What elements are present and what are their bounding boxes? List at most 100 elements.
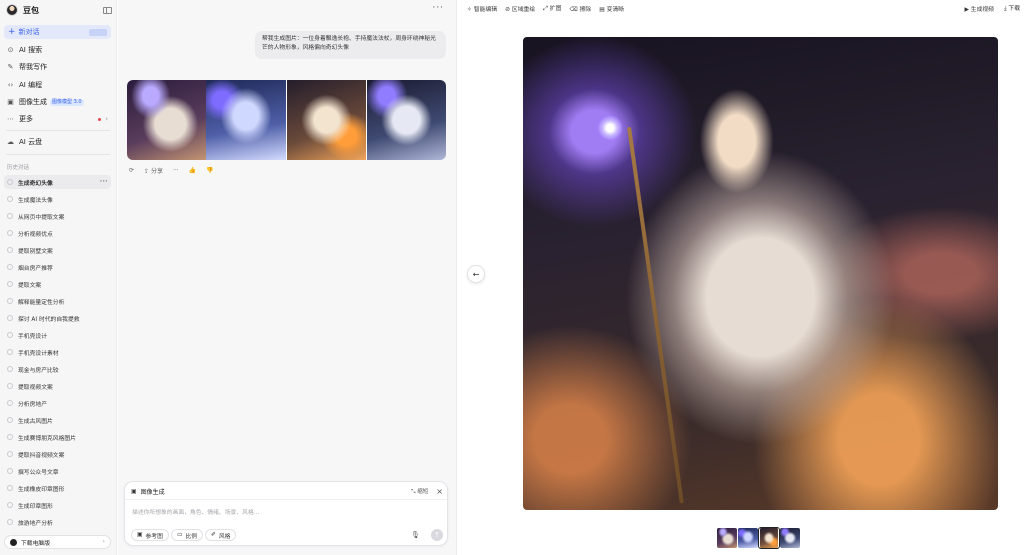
history-item[interactable]: 生成橡皮印章图形 [4,481,111,495]
thumbs-up-icon[interactable]: 👍 [189,167,196,174]
sidebar-item-image-gen[interactable]: ▣ 图像生成 图像模型 3.0 [4,95,111,109]
erase-button[interactable]: ⌫ 擦除 [569,4,591,13]
thumbnail-strip [717,527,800,549]
tool-label: 擦除 [579,6,592,13]
download-button[interactable]: ⤓ 下载 [1004,3,1020,13]
history-item[interactable]: 分析视频优点 [4,226,111,240]
history-item[interactable]: 从网页中提取文案 [4,209,111,223]
sidebar-item-writing[interactable]: ✎ 帮我写作 [4,60,111,74]
enhance-button[interactable]: ▤ 变清晰 [599,4,624,13]
style-button[interactable]: ✐ 风格 [205,529,237,541]
brush-icon: ⊘ [505,6,510,13]
history-item-label: 探讨 AI 时代的自我提救 [18,316,80,323]
chat-bubble-icon [7,502,13,508]
microphone-icon[interactable]: 🎙 [411,531,420,539]
history-item[interactable]: 手机壳设计素材 [4,345,111,359]
reference-image-button[interactable]: ▣ 参考图 [131,529,169,541]
close-icon[interactable]: × [436,487,443,496]
history-item[interactable]: 现金与房产比较 [4,362,111,376]
share-button[interactable]: ⇪ 分享 [144,166,163,175]
history-item[interactable]: 生成印章图形 [4,498,111,512]
generated-image[interactable] [285,80,367,160]
generate-video-button[interactable]: ▶ 生成视频 [964,4,994,13]
history-item[interactable]: 撰写公众号文章 [4,464,111,478]
composer-mode: 图像生成 [140,488,165,496]
history-item[interactable]: 生成魔法头像 [4,192,111,206]
history-item[interactable]: 提取文案 [4,277,111,291]
inpaint-button[interactable]: ⊘ 区域重绘 [505,4,535,13]
thumbnail[interactable] [780,528,800,548]
tool-label: 区域重绘 [511,6,536,13]
shortcut-hint [89,28,107,36]
chat-bubble-icon [7,383,13,389]
history-item-label: 提取视频文案 [18,384,53,391]
history-item[interactable]: 探讨 AI 时代的自我提救 [4,311,111,325]
history-item[interactable]: 生成古风图片 [4,413,111,427]
pen-icon: ✎ [7,63,14,71]
sidebar-toggle-icon[interactable] [103,6,112,14]
sidebar-header: 豆包 [6,3,112,17]
history-item[interactable]: 烟台房产推荐 [4,260,111,274]
sidebar-item-more[interactable]: ⋯ 更多 › [4,112,111,126]
smart-edit-button[interactable]: ✧ 智能编辑 [467,4,497,13]
chat-bubble-icon [7,332,13,338]
history-item[interactable]: 提取别墅文案 [4,243,111,257]
prompt-input[interactable]: 描述你所想象的画面，角色、情绪、场景、风格… [132,507,260,516]
generated-image[interactable] [366,80,446,160]
expand-icon: ⤢ [543,6,548,12]
history-item-label: 提取文案 [18,282,42,289]
divider [125,499,447,500]
eraser-icon: ⌫ [569,6,578,13]
download-desktop-button[interactable]: 下载电脑版 › [4,535,111,549]
thumbs-down-icon[interactable]: 👎 [206,167,213,174]
notification-dot [98,117,102,121]
history-item[interactable]: 生成奇幻头像 ··· [4,175,111,189]
history-item[interactable]: 分析房地产 [4,396,111,410]
composer-header: ▣ 图像生成 ⤡ 缩短 × [131,486,443,496]
history-item-label: 生成橡皮印章图形 [18,486,65,493]
generated-image[interactable] [127,80,207,160]
chat-bubble-icon [7,315,13,321]
outpaint-button[interactable]: ⤢ 扩图 [543,3,561,13]
image-preview-panel: ✧ 智能编辑 ⊘ 区域重绘 ⤢ 扩图 ⌫ 擦除 ▤ 变清晰 ▶ 生成视频 ⤓ 下载 ← [456,0,1024,555]
thumbnail[interactable] [717,528,737,548]
history-item[interactable]: 解释能量定性分析 [4,294,111,308]
download-icon: ⤓ [1003,6,1007,12]
history-item[interactable]: 手机壳设计 [4,328,111,342]
ratio-button[interactable]: ▭ 比例 [171,529,204,541]
thumbnail[interactable] [738,528,758,548]
chat-bubble-icon [7,366,13,372]
sidebar-item-coding[interactable]: ‹› AI 编程 [4,78,111,92]
history-item[interactable]: 旅游地产分析 [4,515,111,529]
sidebar-item-cloud[interactable]: ☁ AI 云盘 [4,135,111,149]
thumbnail-selected[interactable] [758,527,780,549]
send-button[interactable]: ↑ [431,529,443,541]
action-label: 下载 [1008,6,1020,12]
history-item-label: 烟台房产推荐 [18,265,53,272]
generated-image[interactable] [206,80,286,160]
model-badge: 图像模型 3.0 [50,98,84,106]
history-item[interactable]: 生成赛博朋克风格图片 [4,430,111,444]
grid-icon: ⋯ [7,115,14,123]
history-item-label: 生成赛博朋克风格图片 [18,435,76,442]
magic-staff [627,126,684,504]
chat-bubble-icon [7,264,13,270]
image-icon: ▣ [7,98,14,106]
more-icon[interactable]: ··· [432,3,444,13]
sidebar-item-ai-search[interactable]: ⊙ AI 搜索 [4,43,111,57]
composer: ▣ 图像生成 ⤡ 缩短 × 描述你所想象的画面，角色、情绪、场景、风格… ▣ 参… [124,481,448,546]
main-preview-image[interactable] [523,37,998,510]
collapse-button[interactable]: ⤡ 缩短 [411,487,428,496]
previous-arrow-icon[interactable]: ← [467,265,485,283]
regenerate-icon[interactable]: ⟳ [129,167,134,174]
more-icon[interactable]: ··· [173,167,179,174]
more-icon[interactable]: ··· [100,179,108,185]
history-item[interactable]: 提取抖音视频文案 [4,447,111,461]
chip-label: 比例 [185,533,198,540]
ratio-icon: ▭ [177,532,183,538]
chat-bubble-icon [7,349,13,355]
chip-label: 风格 [218,533,231,540]
history-item[interactable]: 提取视频文案 [4,379,111,393]
chevron-right-icon: › [105,115,108,123]
new-chat-button[interactable]: + 新对话 [4,25,111,39]
